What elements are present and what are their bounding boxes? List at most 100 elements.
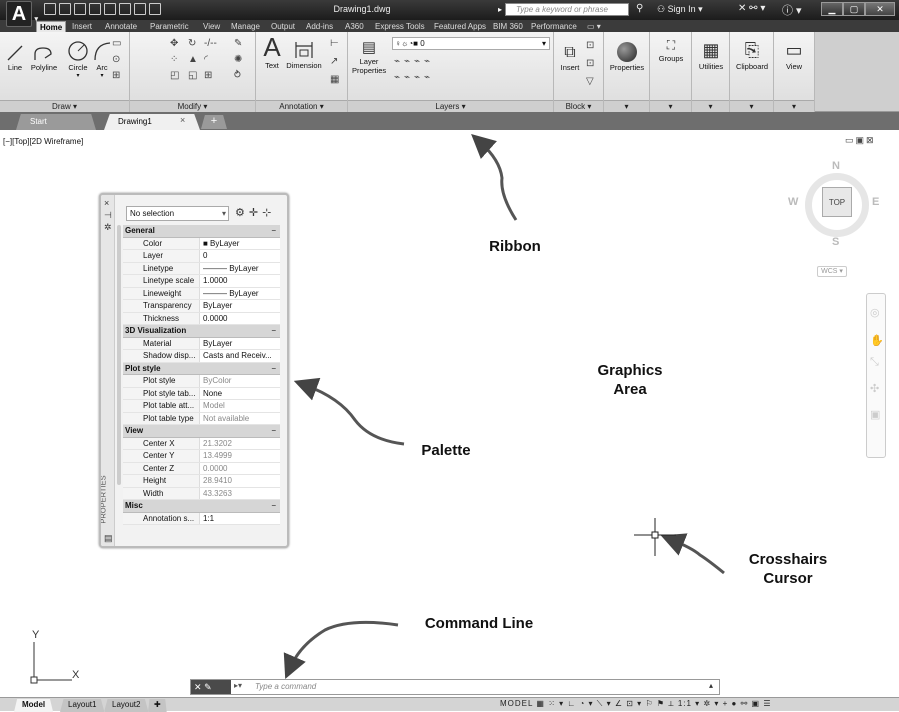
property-row[interactable]: Center Y 13.4999 (123, 450, 280, 463)
property-row[interactable]: Height 28.9410 (123, 475, 280, 488)
erase-icon[interactable]: ✎ (234, 38, 242, 49)
ortho-icon[interactable]: ∟ (567, 699, 576, 708)
collapse-icon[interactable]: − (271, 225, 276, 237)
block-panel-title[interactable]: Block ▾ (554, 100, 603, 112)
property-row[interactable]: Plot table att... Model (123, 400, 280, 413)
rectangle-icon[interactable]: ▭ (112, 38, 121, 49)
polar-icon[interactable]: ◔ ▾ (579, 699, 593, 708)
property-row[interactable]: Shadow disp... Casts and Receiv... (123, 350, 280, 363)
palette-scrollbar[interactable] (117, 225, 121, 485)
file-tab-start[interactable]: Start (16, 114, 96, 130)
layout-tab-layout2[interactable]: Layout2 (104, 699, 149, 712)
file-tab-drawing1[interactable]: Drawing1 (104, 114, 200, 130)
property-value[interactable]: ByLayer (200, 300, 280, 312)
fillet-icon[interactable]: ◜ (204, 54, 208, 65)
save-as-icon[interactable] (89, 3, 101, 15)
clipboard-tool[interactable]: ⎘ Clipboard (731, 40, 773, 71)
collapse-icon[interactable]: − (271, 363, 276, 375)
new-file-icon[interactable] (44, 3, 56, 15)
tab-add-ins[interactable]: Add-ins (303, 21, 336, 32)
scale-caret-icon[interactable]: ▾ (692, 699, 700, 708)
print-icon[interactable] (104, 3, 116, 15)
snap-icon[interactable]: ⁙ ▾ (548, 699, 564, 708)
copy-icon[interactable]: ⁘ (170, 54, 178, 65)
property-row[interactable]: Center X 21.3202 (123, 437, 280, 450)
pan-hand-icon[interactable]: ✋ (870, 334, 884, 347)
leader-icon[interactable]: ↗ (330, 56, 338, 67)
palette-close-icon[interactable]: × (104, 198, 109, 208)
modify-panel-title[interactable]: Modify ▾ (130, 100, 255, 112)
groups-tool[interactable]: ⛶ Groups (652, 38, 690, 63)
select-objects-icon[interactable]: ✛ (249, 207, 262, 219)
new-tab-button[interactable]: + (201, 115, 227, 129)
explode-icon[interactable]: ✺ (234, 54, 242, 65)
otrack-icon[interactable]: ∠ (615, 699, 623, 708)
ellipse-icon[interactable]: ⊙ (112, 54, 120, 65)
groups-panel-caret[interactable]: ▾ (650, 100, 691, 112)
tab-home[interactable]: Home (36, 21, 67, 32)
tab-insert[interactable]: Insert (69, 21, 95, 32)
stretch-icon[interactable]: ◰ (170, 70, 179, 81)
binoculars-icon[interactable]: ⚲ (636, 3, 643, 14)
palette-menu-icon[interactable]: ▤ (104, 533, 113, 544)
tab-bim-360[interactable]: BIM 360 (490, 21, 526, 32)
layer-tools-row-1-icons[interactable]: ⌁⌁⌁⌁ (394, 56, 434, 67)
property-category[interactable]: Plot style − (123, 362, 280, 375)
property-row[interactable]: Width 43.3263 (123, 487, 280, 500)
close-tab-icon[interactable]: × (180, 115, 185, 125)
table-icon[interactable]: ▦ (330, 74, 339, 85)
search-input[interactable]: Type a keyword or phrase (498, 3, 629, 16)
property-row[interactable]: Linetype scale 1.0000 (123, 275, 280, 288)
orbit-icon[interactable]: ✣ (870, 382, 879, 395)
layout-tab-layout1[interactable]: Layout1 (60, 699, 105, 712)
offset-icon[interactable]: ⥁ (234, 70, 241, 81)
property-value[interactable]: 1:1 (200, 513, 280, 525)
close-command-line-icon[interactable]: ✕ (194, 682, 202, 692)
property-row[interactable]: Layer 0 (123, 250, 280, 263)
edit-block-icon[interactable]: ⊡ (586, 58, 594, 69)
steering-wheel-icon[interactable]: ◎ (870, 306, 880, 319)
help-icon[interactable]: ⓘ ▾ (782, 2, 802, 18)
property-category[interactable]: General − (123, 225, 280, 238)
tab-parametric[interactable]: Parametric (147, 21, 192, 32)
redo-icon[interactable] (134, 3, 146, 15)
tab-annotate[interactable]: Annotate (102, 21, 140, 32)
recent-commands-icon[interactable]: ▸▾ (234, 681, 242, 690)
collapse-icon[interactable]: − (271, 325, 276, 337)
minimize-button[interactable]: ▁ (821, 2, 843, 16)
collapse-icon[interactable]: − (271, 425, 276, 437)
trim-icon[interactable]: -/-- (204, 38, 217, 49)
property-value[interactable]: None (200, 388, 280, 400)
close-button[interactable]: ✕ (865, 2, 895, 16)
hatch-icon[interactable]: ⊞ (112, 70, 120, 81)
customize-menu-icon[interactable]: ☰ (763, 699, 771, 708)
selection-dropdown[interactable]: No selection (126, 206, 229, 221)
tab-manage[interactable]: Manage (228, 21, 263, 32)
ribbon-toggle-icon[interactable]: ▭ ▾ (584, 21, 604, 32)
viewport-controls-label[interactable]: [−][Top][2D Wireframe] (3, 137, 83, 146)
property-value[interactable]: ——— ByLayer (200, 288, 280, 300)
zoom-extents-icon[interactable]: ⤡ (870, 356, 879, 369)
palette-properties-icon[interactable]: ✲ (104, 222, 112, 233)
workspace-gear-icon[interactable]: ✲ ▾ (703, 699, 719, 708)
property-value[interactable]: 1.0000 (200, 275, 280, 287)
isolate-icon[interactable]: ⚯ (741, 699, 749, 708)
property-category[interactable]: 3D Visualization − (123, 325, 280, 338)
compass-north[interactable]: N (832, 160, 840, 172)
maximize-button[interactable]: ▢ (843, 2, 865, 16)
layer-tools-row-2-icons[interactable]: ⌁⌁⌁⌁ (394, 72, 434, 83)
polyline-tool[interactable]: Polyline (24, 44, 64, 72)
auto-scale-icon[interactable]: ⚑ (657, 699, 665, 708)
tab-performance[interactable]: Performance (528, 21, 580, 32)
wcs-menu[interactable]: WCS ▾ (817, 266, 847, 277)
exchange-apps-icon[interactable]: ✕ ⚯ ▾ (738, 3, 765, 14)
add-layout-button[interactable]: ✚ (148, 699, 167, 712)
text-tool[interactable]: A Text (260, 34, 284, 70)
plot-icon[interactable] (149, 3, 161, 15)
property-value[interactable]: ■ ByLayer (200, 238, 280, 250)
annotation-scale-value[interactable]: 1:1 (678, 699, 692, 708)
collapse-icon[interactable]: − (271, 500, 276, 512)
property-category[interactable]: Misc − (123, 500, 280, 513)
compass-east[interactable]: E (872, 196, 879, 208)
grid-icon[interactable]: ▦ (536, 699, 545, 708)
